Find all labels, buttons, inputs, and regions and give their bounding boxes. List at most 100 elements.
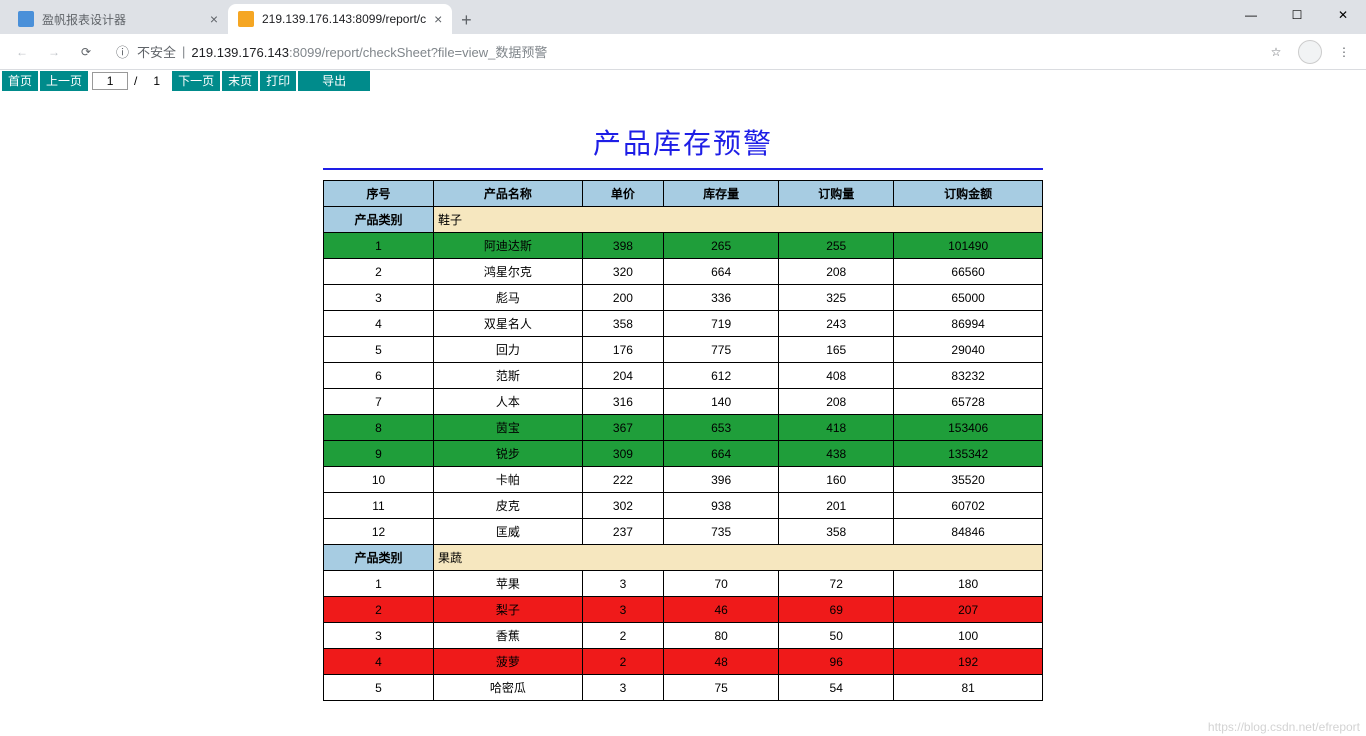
table-cell: 2: [324, 597, 434, 623]
minimize-icon[interactable]: —: [1228, 0, 1274, 30]
table-row: 8茵宝367653418153406: [324, 415, 1043, 441]
table-cell: 3: [582, 597, 663, 623]
table-cell: 180: [894, 571, 1043, 597]
print-button[interactable]: 打印: [260, 71, 296, 91]
table-row: 10卡帕22239616035520: [324, 467, 1043, 493]
category-row: 产品类别鞋子: [324, 207, 1043, 233]
table-row: 7人本31614020865728: [324, 389, 1043, 415]
table-cell: 3: [582, 675, 663, 701]
category-value: 果蔬: [434, 545, 1043, 571]
table-row: 3彪马20033632565000: [324, 285, 1043, 311]
table-cell: 2: [582, 649, 663, 675]
category-value: 鞋子: [434, 207, 1043, 233]
table-row: 4双星名人35871924386994: [324, 311, 1043, 337]
table-cell: 6: [324, 363, 434, 389]
table-row: 2梨子34669207: [324, 597, 1043, 623]
table-cell: 66560: [894, 259, 1043, 285]
page-input[interactable]: [92, 72, 128, 90]
table-cell: 48: [664, 649, 779, 675]
column-header: 序号: [324, 181, 434, 207]
close-window-icon[interactable]: ✕: [1320, 0, 1366, 30]
table-cell: 菠萝: [434, 649, 583, 675]
star-icon[interactable]: ☆: [1262, 38, 1290, 66]
table-cell: 75: [664, 675, 779, 701]
table-cell: 8: [324, 415, 434, 441]
prev-page-button[interactable]: 上一页: [40, 71, 88, 91]
table-cell: 苹果: [434, 571, 583, 597]
close-icon[interactable]: ×: [210, 11, 218, 27]
table-cell: 418: [779, 415, 894, 441]
report-table: 序号产品名称单价库存量订购量订购金额 产品类别鞋子1阿迪达斯3982652551…: [323, 180, 1043, 701]
table-cell: 46: [664, 597, 779, 623]
table-cell: 12: [324, 519, 434, 545]
table-cell: 81: [894, 675, 1043, 701]
tab-title: 219.139.176.143:8099/report/c: [262, 12, 426, 26]
table-cell: 29040: [894, 337, 1043, 363]
table-cell: 7: [324, 389, 434, 415]
tab-title: 盈帆报表设计器: [42, 11, 202, 28]
table-cell: 612: [664, 363, 779, 389]
table-cell: 80: [664, 623, 779, 649]
table-cell: 135342: [894, 441, 1043, 467]
table-cell: 664: [664, 441, 779, 467]
table-cell: 84846: [894, 519, 1043, 545]
table-cell: 176: [582, 337, 663, 363]
table-row: 1阿迪达斯398265255101490: [324, 233, 1043, 259]
table-cell: 200: [582, 285, 663, 311]
table-row: 11皮克30293820160702: [324, 493, 1043, 519]
table-cell: 320: [582, 259, 663, 285]
table-cell: 208: [779, 259, 894, 285]
table-cell: 83232: [894, 363, 1043, 389]
last-page-button[interactable]: 末页: [222, 71, 258, 91]
table-row: 4菠萝24896192: [324, 649, 1043, 675]
insecure-icon: ⓘ: [116, 42, 129, 61]
maximize-icon[interactable]: ☐: [1274, 0, 1320, 30]
export-button[interactable]: 导出: [298, 71, 370, 91]
page-total: 1: [143, 74, 170, 88]
table-cell: 96: [779, 649, 894, 675]
table-cell: 彪马: [434, 285, 583, 311]
forward-button[interactable]: →: [40, 38, 68, 66]
table-cell: 5: [324, 675, 434, 701]
tab-active[interactable]: 219.139.176.143:8099/report/c ×: [228, 4, 452, 34]
tab-inactive[interactable]: 盈帆报表设计器 ×: [8, 4, 228, 34]
table-cell: 408: [779, 363, 894, 389]
table-cell: 265: [664, 233, 779, 259]
menu-icon[interactable]: ⋮: [1330, 38, 1358, 66]
table-cell: 100: [894, 623, 1043, 649]
table-cell: 358: [779, 519, 894, 545]
table-cell: 72: [779, 571, 894, 597]
reload-button[interactable]: ⟳: [72, 38, 100, 66]
column-header: 单价: [582, 181, 663, 207]
address-bar: ← → ⟳ ⓘ 不安全 | 219.139.176.143:8099/repor…: [0, 34, 1366, 70]
next-page-button[interactable]: 下一页: [172, 71, 220, 91]
tab-strip: 盈帆报表设计器 × 219.139.176.143:8099/report/c …: [0, 0, 1366, 34]
favicon-icon: [18, 11, 34, 27]
table-cell: 204: [582, 363, 663, 389]
table-cell: 201: [779, 493, 894, 519]
table-cell: 719: [664, 311, 779, 337]
new-tab-button[interactable]: +: [452, 6, 480, 34]
profile-avatar[interactable]: [1298, 40, 1322, 64]
table-cell: 438: [779, 441, 894, 467]
table-cell: 50: [779, 623, 894, 649]
close-icon[interactable]: ×: [434, 11, 442, 27]
table-cell: 237: [582, 519, 663, 545]
table-cell: 398: [582, 233, 663, 259]
table-cell: 208: [779, 389, 894, 415]
url-text: 219.139.176.143:8099/report/checkSheet?f…: [191, 42, 547, 61]
table-cell: 396: [664, 467, 779, 493]
report-viewport[interactable]: 产品库存预警 序号产品名称单价库存量订购量订购金额 产品类别鞋子1阿迪达斯398…: [0, 92, 1366, 736]
table-cell: 人本: [434, 389, 583, 415]
category-row: 产品类别果蔬: [324, 545, 1043, 571]
url-field[interactable]: ⓘ 不安全 | 219.139.176.143:8099/report/chec…: [104, 38, 1258, 66]
column-header: 订购量: [779, 181, 894, 207]
table-cell: 4: [324, 649, 434, 675]
table-cell: 367: [582, 415, 663, 441]
first-page-button[interactable]: 首页: [2, 71, 38, 91]
table-cell: 1: [324, 571, 434, 597]
back-button[interactable]: ←: [8, 38, 36, 66]
table-cell: 358: [582, 311, 663, 337]
table-cell: 101490: [894, 233, 1043, 259]
table-cell: 10: [324, 467, 434, 493]
